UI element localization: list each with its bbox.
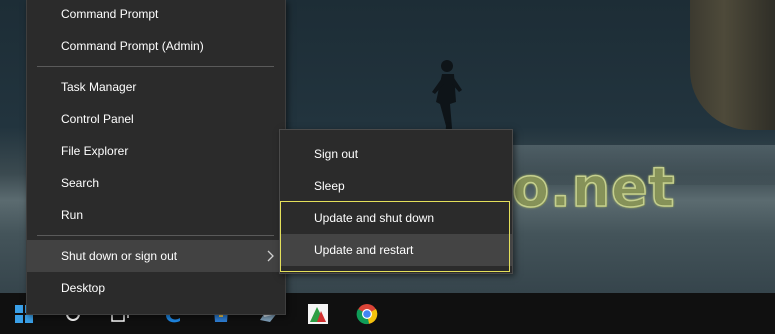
menu-item-command-prompt[interactable]: Command Prompt bbox=[27, 0, 285, 30]
menu-item-label: Control Panel bbox=[61, 112, 134, 126]
photo-app-icon[interactable] bbox=[303, 299, 333, 329]
submenu-item-label: Sign out bbox=[314, 147, 359, 161]
submenu-item-label: Update and restart bbox=[314, 243, 414, 257]
menu-item-label: Search bbox=[61, 176, 100, 190]
submenu-item-update-and-shut-down[interactable]: Update and shut down bbox=[280, 202, 512, 234]
menu-item-shut-down-or-sign-out[interactable]: Shut down or sign out bbox=[27, 240, 285, 272]
menu-item-label: Command Prompt bbox=[61, 7, 159, 21]
menu-item-run[interactable]: Run bbox=[27, 199, 285, 231]
menu-item-label: Desktop bbox=[61, 281, 106, 295]
menu-item-task-manager[interactable]: Task Manager bbox=[27, 71, 285, 103]
submenu-item-sign-out[interactable]: Sign out bbox=[280, 138, 512, 170]
winx-context-menu: Command Prompt Command Prompt (Admin) Ta… bbox=[26, 0, 286, 315]
shutdown-submenu: Sign out Sleep Update and shut down Upda… bbox=[279, 129, 513, 274]
submenu-item-label: Update and shut down bbox=[314, 211, 435, 225]
submenu-item-update-and-restart[interactable]: Update and restart bbox=[280, 234, 512, 266]
menu-item-label: File Explorer bbox=[61, 144, 129, 158]
menu-item-control-panel[interactable]: Control Panel bbox=[27, 103, 285, 135]
submenu-item-label: Sleep bbox=[314, 179, 345, 193]
chevron-right-icon bbox=[267, 250, 274, 262]
menu-item-label: Shut down or sign out bbox=[61, 249, 178, 263]
menu-item-file-explorer[interactable]: File Explorer bbox=[27, 135, 285, 167]
menu-item-label: Command Prompt (Admin) bbox=[61, 39, 204, 53]
wallpaper-watermark: o.net bbox=[511, 155, 676, 220]
menu-item-desktop[interactable]: Desktop bbox=[27, 272, 285, 304]
menu-item-label: Task Manager bbox=[61, 80, 137, 94]
chrome-icon[interactable] bbox=[352, 299, 382, 329]
menu-separator bbox=[37, 235, 274, 236]
menu-item-label: Run bbox=[61, 208, 84, 222]
submenu-item-sleep[interactable]: Sleep bbox=[280, 170, 512, 202]
menu-item-command-prompt-admin[interactable]: Command Prompt (Admin) bbox=[27, 30, 285, 62]
menu-separator bbox=[37, 66, 274, 67]
menu-item-search[interactable]: Search bbox=[27, 167, 285, 199]
